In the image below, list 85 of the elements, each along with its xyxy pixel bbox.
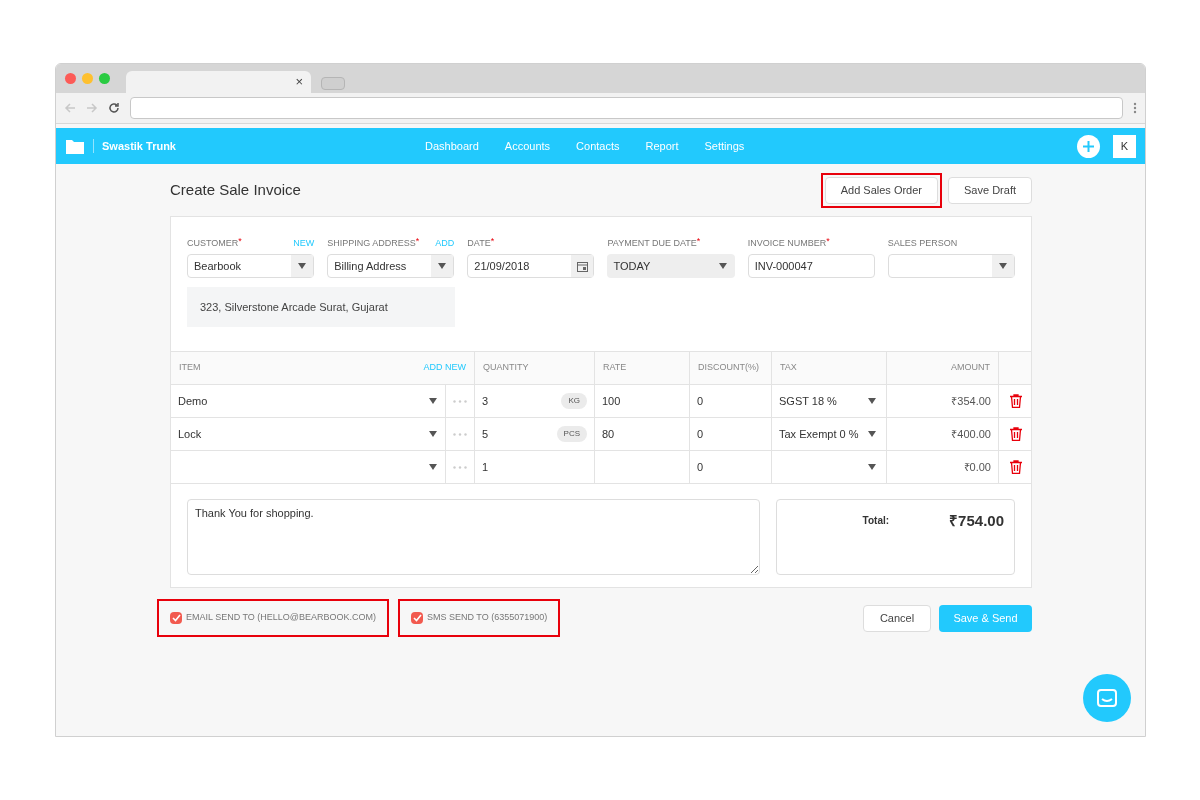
column-header: AMOUNT [951, 361, 990, 375]
action-button[interactable]: Save Draft [948, 176, 1032, 204]
unit-tag: PCS [556, 426, 587, 442]
cancel-button[interactable]: Cancel [863, 604, 931, 632]
notes-field[interactable]: Thank You for shopping. [187, 499, 760, 575]
field-label: SALES PERSON [887, 236, 958, 250]
dropdown-field[interactable]: TODAY [607, 254, 735, 278]
chat-button[interactable] [1083, 674, 1131, 722]
more-options-icon[interactable] [453, 465, 467, 469]
amount-value: ₹354.00 [951, 393, 991, 409]
amount-value: ₹0.00 [963, 459, 991, 475]
required-mark: * [415, 237, 420, 246]
caret-icon [999, 263, 1007, 269]
column-header: DISCOUNT(%) [698, 361, 759, 375]
more-options-icon[interactable] [453, 399, 467, 403]
trash-icon[interactable] [1009, 427, 1022, 441]
dropdown-caret-icon [429, 398, 437, 404]
total-amount: ₹754.00 [949, 511, 1004, 531]
trash-icon[interactable] [1009, 460, 1022, 474]
required-mark: * [696, 237, 701, 246]
amount-value: ₹400.00 [951, 426, 991, 442]
column-header: RATE [603, 361, 627, 375]
dropdown-caret-icon [868, 464, 876, 470]
dropdown-caret-icon [429, 431, 437, 437]
check-icon [412, 614, 422, 622]
caret-icon [718, 263, 727, 269]
chat-icon [1097, 689, 1117, 707]
tax-value: SGST 18 % [779, 393, 837, 409]
field-label: CUSTOMER [187, 236, 239, 250]
browser-tab[interactable]: × [126, 71, 311, 93]
required-mark: * [826, 237, 830, 246]
select-field[interactable] [887, 254, 1015, 278]
address-bar[interactable] [130, 97, 1123, 119]
discount-value[interactable]: 0 [697, 458, 704, 476]
menu-icon[interactable] [1133, 102, 1137, 114]
field-label: PAYMENT DUE DATE [607, 236, 697, 250]
dropdown-caret-icon [429, 464, 437, 470]
rate-value[interactable]: 80 [602, 425, 615, 443]
more-options-icon[interactable] [453, 432, 467, 436]
discount-value[interactable]: 0 [697, 425, 704, 443]
column-header: QUANTITY [483, 361, 529, 375]
new-tab-button[interactable] [321, 77, 345, 90]
plus-icon [1083, 140, 1094, 152]
trash-icon[interactable] [1009, 394, 1022, 408]
address-box: 323, Silverstone Arcade Surat, Gujarat [187, 287, 455, 327]
quantity-value[interactable]: 3 [482, 392, 489, 410]
item-name: Lock [178, 426, 202, 442]
dropdown-caret-icon [868, 398, 876, 404]
checkbox-label[interactable]: EMAIL SEND TO (HELLO@BEARBOOK.COM) [186, 611, 376, 625]
add-button[interactable] [1077, 134, 1100, 158]
checkbox[interactable] [170, 612, 182, 624]
reload-icon[interactable] [108, 102, 120, 114]
discount-value[interactable]: 0 [697, 392, 704, 410]
input-field[interactable]: INV-000047 [747, 254, 875, 278]
check-icon [171, 614, 181, 622]
unit-tag: KG [561, 393, 587, 409]
rate-value[interactable]: 100 [602, 392, 621, 410]
field-label: SHIPPING ADDRESS [327, 236, 416, 250]
column-header: ITEM [179, 361, 201, 375]
caret-icon [438, 263, 447, 269]
field-label: DATE [467, 236, 491, 250]
quantity-value[interactable]: 5 [482, 425, 489, 443]
back-arrow-icon[interactable] [64, 102, 76, 114]
date-field[interactable]: 21/09/2018 [467, 254, 595, 278]
select-field[interactable]: Bearbook [187, 254, 315, 278]
calendar-icon [577, 260, 588, 272]
forward-arrow-icon[interactable] [86, 102, 98, 114]
checkbox-label[interactable]: SMS SEND TO (6355071900) [427, 611, 548, 625]
quantity-value[interactable]: 1 [482, 458, 489, 476]
required-mark: * [238, 237, 242, 246]
user-avatar[interactable]: K [1113, 134, 1136, 158]
required-mark: * [490, 237, 495, 246]
action-button[interactable]: Add Sales Order [824, 176, 939, 204]
caret-icon [298, 263, 307, 269]
item-name: Demo [178, 393, 208, 409]
dropdown-caret-icon [868, 431, 876, 437]
tax-value: Tax Exempt 0 % [779, 426, 859, 442]
folder-icon[interactable] [65, 137, 85, 155]
page-title: Create Sale Invoice [170, 179, 301, 200]
select-field[interactable]: Billing Address [327, 254, 455, 278]
checkbox[interactable] [411, 612, 423, 624]
column-header: TAX [780, 361, 797, 375]
tab-close-button[interactable]: × [295, 72, 303, 92]
field-label: INVOICE NUMBER [747, 236, 827, 250]
total-label: Total: [862, 514, 890, 528]
